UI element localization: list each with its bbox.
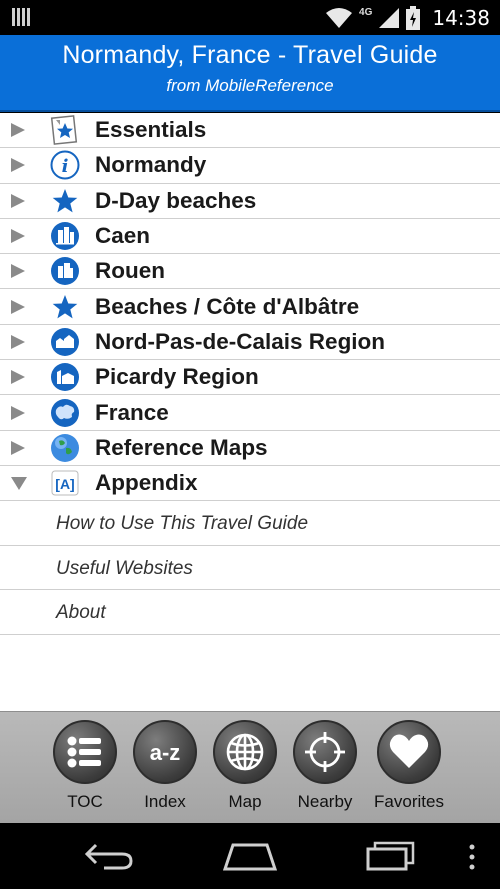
cell-signal-icon — [379, 8, 400, 28]
favorites-button-label: Favorites — [374, 792, 444, 811]
toc-subitem-how-to-use[interactable]: How to Use This Travel Guide — [0, 501, 500, 546]
toc-item-label: Normandy — [95, 152, 207, 178]
wifi-icon — [326, 8, 353, 28]
app-header: Normandy, France - Travel Guide from Mob… — [0, 35, 500, 112]
toc-item-caen[interactable]: Caen — [0, 219, 500, 255]
toc-item-essentials[interactable]: Essentials — [0, 113, 500, 149]
toc-item-label: Appendix — [95, 470, 198, 496]
expand-arrow-icon — [11, 440, 25, 455]
notification-bars-icon — [12, 8, 34, 26]
bottom-toolbar: TOC a-z Index Map Nearby Favorites — [0, 711, 500, 823]
expand-arrow-icon — [11, 334, 25, 349]
toc-item-label: Essentials — [95, 117, 207, 143]
toc-subitem-useful-websites[interactable]: Useful Websites — [0, 546, 500, 591]
expand-arrow-icon — [11, 229, 25, 244]
town-icon — [51, 327, 79, 356]
nearby-button-label: Nearby — [297, 792, 353, 811]
toc-item-label: Caen — [95, 223, 151, 249]
expand-arrow-icon — [11, 123, 25, 138]
collapse-arrow-icon — [11, 477, 27, 491]
clock: 14:38 — [432, 6, 490, 30]
toc-item-label: Rouen — [95, 258, 165, 284]
network-type: 4G — [359, 6, 373, 18]
recent-apps-icon[interactable] — [365, 841, 417, 871]
toc-item-label: Nord-Pas-de-Calais Region — [95, 328, 386, 354]
page-subtitle: from MobileReference — [166, 76, 334, 95]
europe-map-icon — [51, 398, 79, 427]
battery-icon — [406, 6, 421, 30]
toc-item-beaches-cote-d-albatre[interactable]: Beaches / Côte d'Albâtre — [0, 289, 500, 325]
toc-item-label: Beaches / Côte d'Albâtre — [95, 293, 360, 319]
a-z-icon: a-z — [133, 720, 197, 784]
city-icon — [51, 257, 79, 286]
toc-item-d-day-beaches[interactable]: D-Day beaches — [0, 184, 500, 219]
globe-grid-icon — [213, 720, 277, 784]
essentials-icon — [50, 115, 78, 146]
expand-arrow-icon — [11, 370, 25, 385]
toc-button[interactable]: TOC — [45, 712, 125, 824]
toc-item-reference-maps[interactable]: Reference Maps — [0, 431, 500, 466]
expand-arrow-icon — [11, 299, 25, 314]
system-nav-bar — [0, 823, 500, 889]
toc-item-rouen[interactable]: Rouen — [0, 254, 500, 290]
expand-arrow-icon — [11, 193, 25, 208]
back-icon[interactable] — [84, 841, 136, 871]
page-title: Normandy, France - Travel Guide — [62, 41, 438, 69]
svg-text:[A]: [A] — [55, 476, 74, 492]
map-button[interactable]: Map — [205, 712, 285, 824]
index-button-label: Index — [144, 792, 186, 811]
toc-subitem-about[interactable]: About — [0, 590, 500, 635]
toc-item-france[interactable]: France — [0, 395, 500, 431]
city-icon — [51, 222, 79, 251]
svg-text:i: i — [62, 156, 69, 177]
star-icon — [52, 294, 78, 319]
star-icon — [52, 188, 78, 213]
toc-button-label: TOC — [67, 792, 103, 811]
toc-subitem-label: How to Use This Travel Guide — [56, 513, 309, 535]
toc-list: Essentials i Normandy D-Day beaches Caen — [0, 113, 500, 711]
expand-arrow-icon — [11, 264, 25, 279]
toc-item-appendix[interactable]: [A] Appendix — [0, 466, 500, 502]
status-bar: 4G 14:38 — [0, 0, 500, 35]
expand-arrow-icon — [11, 405, 25, 420]
a-z-icon-text: a-z — [150, 740, 181, 765]
toc-subitem-label: Useful Websites — [56, 557, 193, 579]
crosshair-icon — [293, 720, 357, 784]
info-icon: i — [50, 150, 80, 180]
town-icon — [51, 363, 79, 392]
nearby-button[interactable]: Nearby — [285, 712, 365, 824]
appendix-icon: [A] — [51, 470, 79, 496]
toc-item-normandy[interactable]: i Normandy — [0, 148, 500, 184]
toc-item-picardy-region[interactable]: Picardy Region — [0, 360, 500, 396]
home-icon[interactable] — [223, 843, 277, 871]
toc-subitem-label: About — [56, 602, 106, 624]
globe-icon — [51, 433, 79, 462]
list-icon — [53, 720, 117, 784]
favorites-button[interactable]: Favorites — [369, 712, 449, 824]
heart-icon — [377, 720, 441, 784]
overflow-menu-icon[interactable] — [466, 844, 478, 870]
map-button-label: Map — [228, 792, 262, 811]
toc-item-label: Picardy Region — [95, 364, 259, 390]
status-icons: 4G 14:38 — [325, 4, 490, 32]
index-button[interactable]: a-z Index — [125, 712, 205, 824]
toc-item-nord-pas-de-calais[interactable]: Nord-Pas-de-Calais Region — [0, 325, 500, 361]
toc-item-label: France — [95, 399, 169, 425]
toc-item-label: D-Day beaches — [95, 187, 257, 213]
toc-item-label: Reference Maps — [95, 434, 268, 460]
expand-arrow-icon — [11, 158, 25, 173]
